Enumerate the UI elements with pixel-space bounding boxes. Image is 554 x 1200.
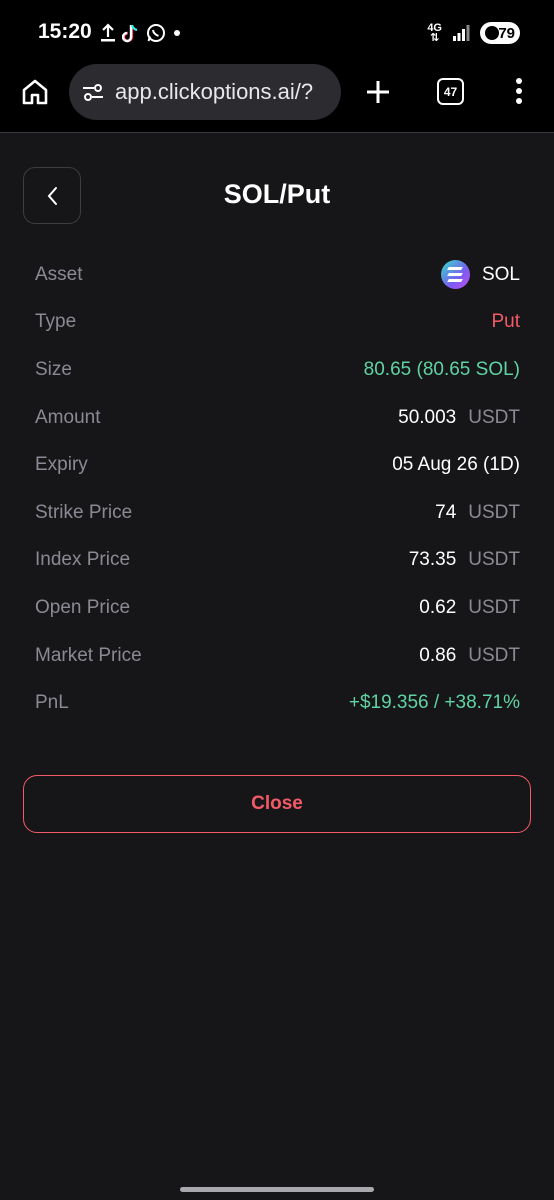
upload-icon — [101, 23, 115, 42]
strike-price-value-wrap: 74 USDT — [435, 502, 520, 524]
notification-icons — [100, 22, 182, 44]
open-price-value-wrap: 0.62 USDT — [419, 597, 520, 619]
amount-value-wrap: 50.003 USDT — [398, 407, 520, 429]
market-price-value: 0.86 — [419, 644, 457, 666]
type-value: Put — [491, 311, 520, 333]
status-time: 15:20 — [38, 20, 92, 43]
signal-icon — [453, 25, 470, 41]
detail-row-expiry: Expiry 05 Aug 26 (1D) — [35, 441, 520, 489]
expiry-value: 05 Aug 26 (1D) — [392, 454, 520, 476]
url-text[interactable]: app.clickoptions.ai/? — [115, 79, 313, 105]
whatsapp-icon — [147, 24, 165, 42]
expiry-label: Expiry — [35, 454, 88, 476]
detail-row-pnl: PnL +$19.356 / +38.71% — [35, 679, 520, 727]
open-price-unit: USDT — [468, 596, 520, 618]
market-price-unit: USDT — [468, 644, 520, 666]
charging-icon — [485, 26, 499, 40]
data-arrows-icon: ⇅ — [430, 32, 440, 44]
page-content: SOL/Put Asset SOL Type Put Size 80.65 (8… — [0, 134, 554, 1200]
amount-label: Amount — [35, 406, 101, 428]
index-price-value-wrap: 73.35 USDT — [409, 549, 520, 571]
battery-icon: 79 — [480, 22, 520, 44]
detail-row-strike-price: Strike Price 74 USDT — [35, 489, 520, 537]
detail-row-index-price: Index Price 73.35 USDT — [35, 537, 520, 585]
page-title: SOL/Put — [223, 179, 331, 209]
strike-price-label: Strike Price — [35, 501, 133, 523]
position-details: Asset SOL Type Put Size 80.65 (80.65 SOL… — [35, 251, 520, 727]
asset-value-wrap: SOL — [440, 260, 520, 290]
dot-icon — [174, 30, 180, 36]
network-type-icon: 4G ⇅ — [427, 23, 442, 44]
site-settings-icon[interactable] — [81, 80, 105, 104]
pnl-label: PnL — [35, 692, 69, 714]
close-position-button[interactable]: Close — [23, 775, 531, 833]
asset-value: SOL — [481, 263, 520, 285]
detail-row-size: Size 80.65 (80.65 SOL) — [35, 346, 520, 394]
size-label: Size — [35, 358, 72, 380]
asset-label: Asset — [35, 263, 83, 285]
battery-level: 79 — [498, 24, 515, 42]
size-value: 80.65 (80.65 SOL) — [363, 358, 520, 380]
detail-row-type: Type Put — [35, 299, 520, 347]
home-icon[interactable] — [20, 77, 50, 107]
pnl-value: +$19.356 / +38.71% — [348, 692, 520, 714]
more-options-icon[interactable] — [508, 78, 530, 108]
detail-row-asset: Asset SOL — [35, 251, 520, 299]
sol-logo-icon — [440, 260, 470, 290]
detail-row-amount: Amount 50.003 USDT — [35, 394, 520, 442]
market-price-label: Market Price — [35, 644, 142, 666]
detail-row-market-price: Market Price 0.86 USDT — [35, 632, 520, 680]
strike-price-unit: USDT — [468, 501, 520, 523]
tiktok-icon — [122, 24, 138, 43]
url-bar[interactable]: app.clickoptions.ai/? — [69, 64, 341, 120]
market-price-value-wrap: 0.86 USDT — [419, 645, 520, 667]
browser-toolbar: app.clickoptions.ai/? 47 — [0, 64, 554, 133]
system-icons: 4G ⇅ 79 — [427, 20, 520, 46]
index-price-unit: USDT — [468, 549, 520, 571]
gesture-nav-bar[interactable] — [180, 1187, 374, 1192]
open-price-label: Open Price — [35, 596, 131, 618]
status-bar: 15:20 4G ⇅ 79 — [0, 0, 554, 64]
strike-price-value: 74 — [435, 501, 457, 523]
index-price-label: Index Price — [35, 549, 131, 571]
open-price-value: 0.62 — [419, 596, 457, 618]
type-label: Type — [35, 311, 77, 333]
tab-switcher-button[interactable]: 47 — [437, 78, 464, 105]
detail-row-open-price: Open Price 0.62 USDT — [35, 584, 520, 632]
amount-value: 50.003 — [398, 406, 457, 428]
index-price-value: 73.35 — [408, 549, 457, 571]
amount-unit: USDT — [468, 406, 520, 428]
new-tab-icon[interactable] — [362, 76, 394, 108]
tab-count: 47 — [443, 84, 458, 99]
